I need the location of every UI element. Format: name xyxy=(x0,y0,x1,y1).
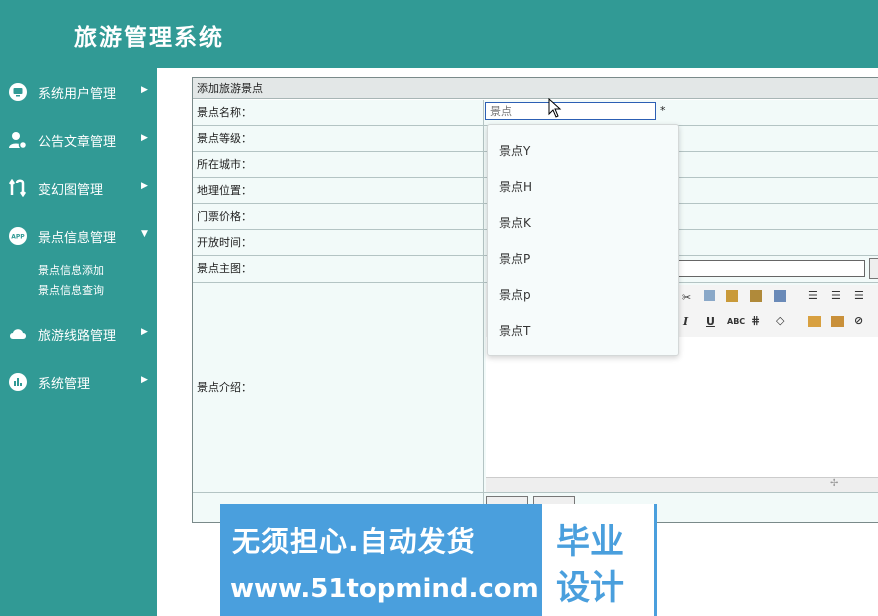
cut-icon[interactable]: ✂ xyxy=(682,291,691,304)
autocomplete-option[interactable]: 景点P xyxy=(499,250,530,267)
badge-text-bottom: 设计 xyxy=(556,568,624,608)
sidebar-item-scenic[interactable]: APP 景点信息管理 ▼ xyxy=(0,218,157,254)
chevron-right-icon: ▶ xyxy=(141,85,148,95)
svg-text:APP: APP xyxy=(11,234,25,241)
sidebar-item-label: 系统管理 xyxy=(38,377,91,392)
chevron-right-icon: ▶ xyxy=(141,133,148,143)
chart-icon xyxy=(9,373,27,391)
sidebar-item-label: 公告文章管理 xyxy=(38,135,117,150)
resize-handle-icon[interactable]: ✢ xyxy=(830,478,838,489)
sidebar-item-carousel[interactable]: 变幻图管理 ▶ xyxy=(0,170,157,206)
paste-text-icon[interactable] xyxy=(750,290,762,302)
form-title: 添加旅游景点 xyxy=(193,78,878,99)
sidebar-item-system[interactable]: 系统管理 ▶ xyxy=(0,364,157,400)
sidebar-item-label: 变幻图管理 xyxy=(38,183,104,198)
align-left-icon[interactable]: ☰ xyxy=(808,289,818,302)
editor-content-area[interactable] xyxy=(486,337,878,477)
label-name: 景点名称： xyxy=(193,100,484,125)
autocomplete-option[interactable]: 景点Y xyxy=(499,142,530,159)
underline-button[interactable]: U xyxy=(706,315,715,328)
sidebar-item-label: 景点信息管理 xyxy=(38,231,117,246)
label-intro: 景点介绍： xyxy=(193,283,484,492)
chevron-right-icon: ▶ xyxy=(141,327,148,337)
align-center-icon[interactable]: ☰ xyxy=(831,289,841,302)
chevron-right-icon: ▶ xyxy=(141,375,148,385)
sidebar-item-users[interactable]: 系统用户管理 ▶ xyxy=(0,74,157,110)
sidebar-subitem-query-scenic[interactable]: 景点信息查询 xyxy=(38,282,104,298)
label-level: 景点等级： xyxy=(193,126,484,151)
paste-icon[interactable] xyxy=(726,290,738,302)
sidebar-item-routes[interactable]: 旅游线路管理 ▶ xyxy=(0,316,157,352)
watermark-banner: 无须担心.自动发货 www.51topmind.com 毕业 设计 xyxy=(220,504,657,616)
eraser-icon[interactable]: ◇ xyxy=(776,314,784,327)
sidebar: 系统用户管理 ▶ 公告文章管理 ▶ 变幻图管理 ▶ APP 景点信息管理 ▼ 景… xyxy=(0,68,157,616)
table-icon[interactable]: ⋕ xyxy=(751,314,760,327)
autocomplete-dropdown: 景点Y 景点H 景点K 景点P 景点p 景点T xyxy=(487,124,679,356)
strikethrough-button[interactable]: ABC xyxy=(727,317,745,326)
label-main-image: 景点主图： xyxy=(193,256,484,282)
link-icon[interactable]: ⊘ xyxy=(854,314,863,327)
autocomplete-option[interactable]: 景点p xyxy=(499,286,531,303)
image-icon[interactable] xyxy=(808,316,821,327)
top-header: 旅游管理系统 xyxy=(0,0,878,68)
scenic-name-input[interactable] xyxy=(485,102,656,120)
paste-word-icon[interactable] xyxy=(774,290,786,302)
main-image-file-field[interactable] xyxy=(676,260,865,277)
sidebar-item-label: 旅游线路管理 xyxy=(38,329,117,344)
mouse-cursor-icon xyxy=(548,98,562,118)
swap-icon xyxy=(9,179,27,197)
label-open-time: 开放时间： xyxy=(193,230,484,255)
label-price: 门票价格： xyxy=(193,204,484,229)
chevron-right-icon: ▶ xyxy=(141,181,148,191)
badge-text-top: 毕业 xyxy=(556,522,624,562)
browse-button[interactable] xyxy=(869,258,878,279)
label-location: 地理位置： xyxy=(193,178,484,203)
autocomplete-option[interactable]: 景点H xyxy=(499,178,532,195)
sidebar-item-articles[interactable]: 公告文章管理 ▶ xyxy=(0,122,157,158)
italic-button[interactable]: I xyxy=(683,315,688,328)
autocomplete-option[interactable]: 景点T xyxy=(499,322,530,339)
align-right-icon[interactable]: ☰ xyxy=(854,289,864,302)
cloud-icon xyxy=(10,329,26,339)
app-title: 旅游管理系统 xyxy=(74,24,224,51)
banner-badge: 毕业 设计 xyxy=(542,504,654,616)
monitor-icon xyxy=(9,83,27,101)
banner-url: www.51topmind.com xyxy=(230,574,539,604)
banner-slogan: 无须担心.自动发货 xyxy=(232,525,476,558)
autocomplete-option[interactable]: 景点K xyxy=(499,214,531,231)
chevron-down-icon: ▼ xyxy=(141,229,148,239)
app-icon: APP xyxy=(9,227,27,245)
copy-icon[interactable] xyxy=(704,290,715,301)
label-city: 所在城市： xyxy=(193,152,484,177)
user-gear-icon xyxy=(9,132,27,149)
editor-resize-bar[interactable]: ✢ xyxy=(486,477,878,492)
flash-icon[interactable] xyxy=(831,316,844,327)
sidebar-subitem-add-scenic[interactable]: 景点信息添加 xyxy=(38,262,104,278)
required-mark: * xyxy=(660,104,666,117)
sidebar-item-label: 系统用户管理 xyxy=(38,87,117,102)
